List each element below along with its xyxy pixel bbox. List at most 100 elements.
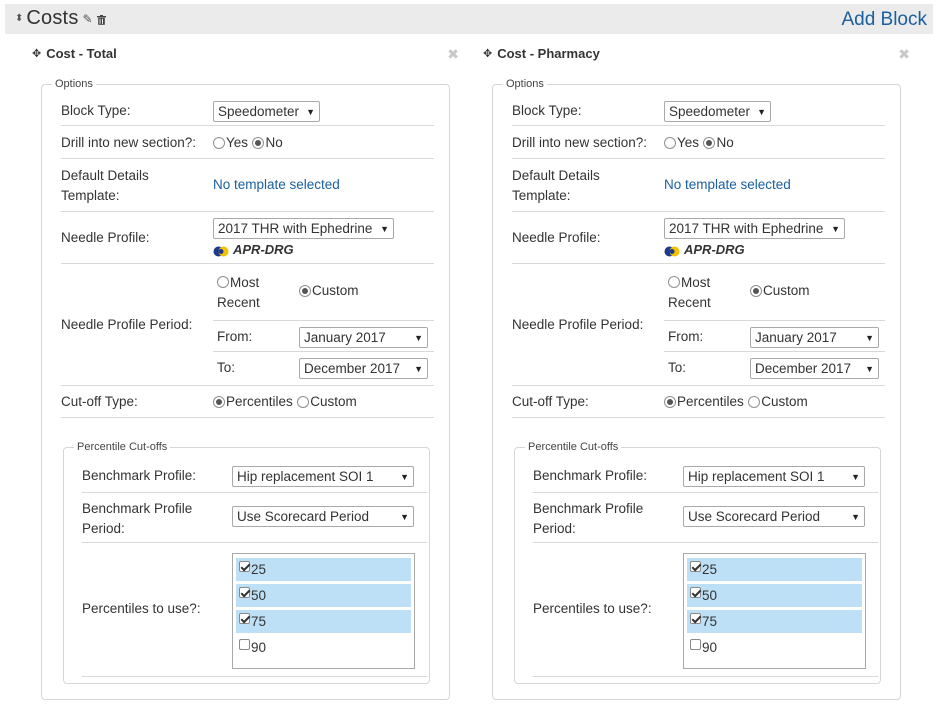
- percentile-option-25[interactable]: 25: [236, 558, 411, 581]
- from-row: From: January 2017 ▼: [213, 322, 434, 352]
- needle-period-label: Needle Profile Period:: [61, 317, 193, 332]
- cutoff-custom-radio[interactable]: Custom: [748, 394, 808, 409]
- caret-down-icon: ▼: [400, 471, 409, 482]
- from-select[interactable]: January 2017 ▼: [750, 327, 879, 348]
- percentile-option-75[interactable]: 75: [236, 610, 411, 633]
- caret-down-icon: ▼: [851, 511, 860, 522]
- close-icon[interactable]: ✖: [447, 46, 459, 63]
- section-title-group: ⬍ Costs ✎: [15, 7, 106, 30]
- period-custom-radio[interactable]: Custom: [750, 283, 810, 298]
- percentile-option-75[interactable]: 75: [687, 610, 862, 633]
- to-label: To:: [217, 360, 236, 375]
- caret-down-icon: ▼: [757, 106, 766, 117]
- needle-period-label: Needle Profile Period:: [512, 317, 644, 332]
- from-row: From: January 2017 ▼: [664, 322, 885, 352]
- caret-down-icon: ▼: [831, 223, 840, 234]
- caret-down-icon: ▼: [380, 223, 389, 234]
- from-label: From:: [668, 329, 704, 344]
- percentile-cutoffs-legend: Percentile Cut-offs: [77, 441, 168, 453]
- checkbox[interactable]: [239, 639, 250, 650]
- benchmark-period-select[interactable]: Use Scorecard Period ▼: [683, 506, 865, 527]
- row-needle-period: Needle Profile Period: Most Recent Custom…: [512, 265, 885, 386]
- template-link[interactable]: No template selected: [664, 177, 791, 192]
- caret-down-icon: ▼: [865, 363, 874, 374]
- checkbox[interactable]: [690, 639, 701, 650]
- caret-down-icon: ▼: [851, 471, 860, 482]
- percentiles-listbox[interactable]: 25 50 75 90: [683, 553, 866, 669]
- checkbox[interactable]: [690, 587, 701, 598]
- checkbox[interactable]: [239, 561, 250, 572]
- drill-no-radio[interactable]: No: [703, 135, 734, 150]
- checkbox[interactable]: [690, 613, 701, 624]
- percentile-option-90[interactable]: 90: [687, 636, 862, 659]
- to-select[interactable]: December 2017 ▼: [750, 358, 879, 379]
- row-benchmark-period: Benchmark Profile Period: Use Scorecard P…: [82, 494, 427, 543]
- row-cutoff-type: Cut-off Type: Percentiles Custom: [512, 387, 885, 418]
- row-percentiles: Percentiles to use?: 25 50 75 90: [533, 544, 878, 677]
- move-icon[interactable]: ✥: [483, 47, 492, 60]
- section-title: Costs: [26, 7, 79, 29]
- to-label: To:: [668, 360, 687, 375]
- block-type-select[interactable]: Speedometer ▼: [664, 101, 771, 122]
- percentiles-listbox[interactable]: 25 50 75 90: [232, 553, 415, 669]
- drill-yes-radio[interactable]: Yes: [213, 135, 248, 150]
- needle-profile-label: Needle Profile:: [512, 230, 601, 245]
- percentiles-label: Percentiles to use?:: [82, 601, 201, 616]
- row-template: Default Details Template: No template sel…: [61, 160, 434, 212]
- percentiles-label: Percentiles to use?:: [533, 601, 652, 616]
- to-row: To: December 2017 ▼: [213, 353, 434, 386]
- row-needle-profile: Needle Profile: 2017 THR with Ephedrine ▼…: [512, 213, 885, 264]
- percentile-option-50[interactable]: 50: [687, 584, 862, 607]
- to-select[interactable]: December 2017 ▼: [299, 358, 428, 379]
- cutoff-percentiles-radio[interactable]: Percentiles: [664, 394, 744, 409]
- pencil-icon[interactable]: ✎: [83, 12, 93, 26]
- period-custom-radio[interactable]: Custom: [299, 283, 359, 298]
- caret-down-icon: ▼: [400, 511, 409, 522]
- drill-no-radio[interactable]: No: [252, 135, 283, 150]
- period-most-recent-radio[interactable]: Most Recent: [668, 273, 711, 313]
- options-legend: Options: [55, 78, 93, 90]
- row-percentiles: Percentiles to use?: 25 50 75 90: [82, 544, 427, 677]
- move-icon[interactable]: ✥: [32, 47, 41, 60]
- checkbox[interactable]: [239, 613, 250, 624]
- block-type-label: Block Type:: [61, 103, 131, 118]
- block-title: Cost - Pharmacy: [497, 46, 600, 61]
- percentile-option-25[interactable]: 25: [687, 558, 862, 581]
- cutoff-type-label: Cut-off Type:: [512, 394, 589, 409]
- row-drill: Drill into new section?: Yes No: [61, 127, 434, 159]
- benchmark-period-label: Benchmark Profile Period:: [533, 501, 644, 536]
- checkbox[interactable]: [239, 587, 250, 598]
- template-link[interactable]: No template selected: [213, 177, 340, 192]
- sort-arrows-icon[interactable]: ⬍: [15, 13, 23, 24]
- trash-icon[interactable]: [96, 12, 106, 25]
- period-most-recent-radio[interactable]: Most Recent: [217, 273, 260, 313]
- row-block-type: Block Type: Speedometer ▼: [61, 96, 434, 126]
- cutoff-custom-radio[interactable]: Custom: [297, 394, 357, 409]
- row-drill: Drill into new section?: Yes No: [512, 127, 885, 159]
- add-block-button[interactable]: Add Block: [841, 9, 927, 31]
- period-type-row: Most Recent Custom: [213, 265, 434, 321]
- benchmark-profile-select[interactable]: Hip replacement SOI 1 ▼: [232, 466, 414, 487]
- from-select[interactable]: January 2017 ▼: [299, 327, 428, 348]
- benchmark-period-label: Benchmark Profile Period:: [82, 501, 193, 536]
- block-cost-pharmacy: ✥ Cost - Pharmacy ✖ Options Block Type: …: [475, 38, 910, 708]
- close-icon[interactable]: ✖: [898, 46, 910, 63]
- row-benchmark-profile: Benchmark Profile: Hip replacement SOI 1…: [82, 459, 427, 493]
- checkbox[interactable]: [690, 561, 701, 572]
- drill-label: Drill into new section?:: [61, 135, 197, 150]
- benchmark-profile-select[interactable]: Hip replacement SOI 1 ▼: [683, 466, 865, 487]
- to-row: To: December 2017 ▼: [664, 353, 885, 386]
- row-block-type: Block Type: Speedometer ▼: [512, 96, 885, 126]
- drill-yes-radio[interactable]: Yes: [664, 135, 699, 150]
- needle-profile-select[interactable]: 2017 THR with Ephedrine ▼: [213, 218, 394, 239]
- percentile-option-90[interactable]: 90: [236, 636, 411, 659]
- period-type-row: Most Recent Custom: [664, 265, 885, 321]
- section-header: ⬍ Costs ✎ Add Block: [5, 4, 933, 34]
- benchmark-period-select[interactable]: Use Scorecard Period ▼: [232, 506, 414, 527]
- cutoff-percentiles-radio[interactable]: Percentiles: [213, 394, 293, 409]
- percentile-option-50[interactable]: 50: [236, 584, 411, 607]
- percentile-cutoffs-fieldset: Percentile Cut-offs Benchmark Profile: H…: [63, 441, 430, 684]
- block-type-select[interactable]: Speedometer ▼: [213, 101, 320, 122]
- row-benchmark-period: Benchmark Profile Period: Use Scorecard P…: [533, 494, 878, 543]
- needle-profile-select[interactable]: 2017 THR with Ephedrine ▼: [664, 218, 845, 239]
